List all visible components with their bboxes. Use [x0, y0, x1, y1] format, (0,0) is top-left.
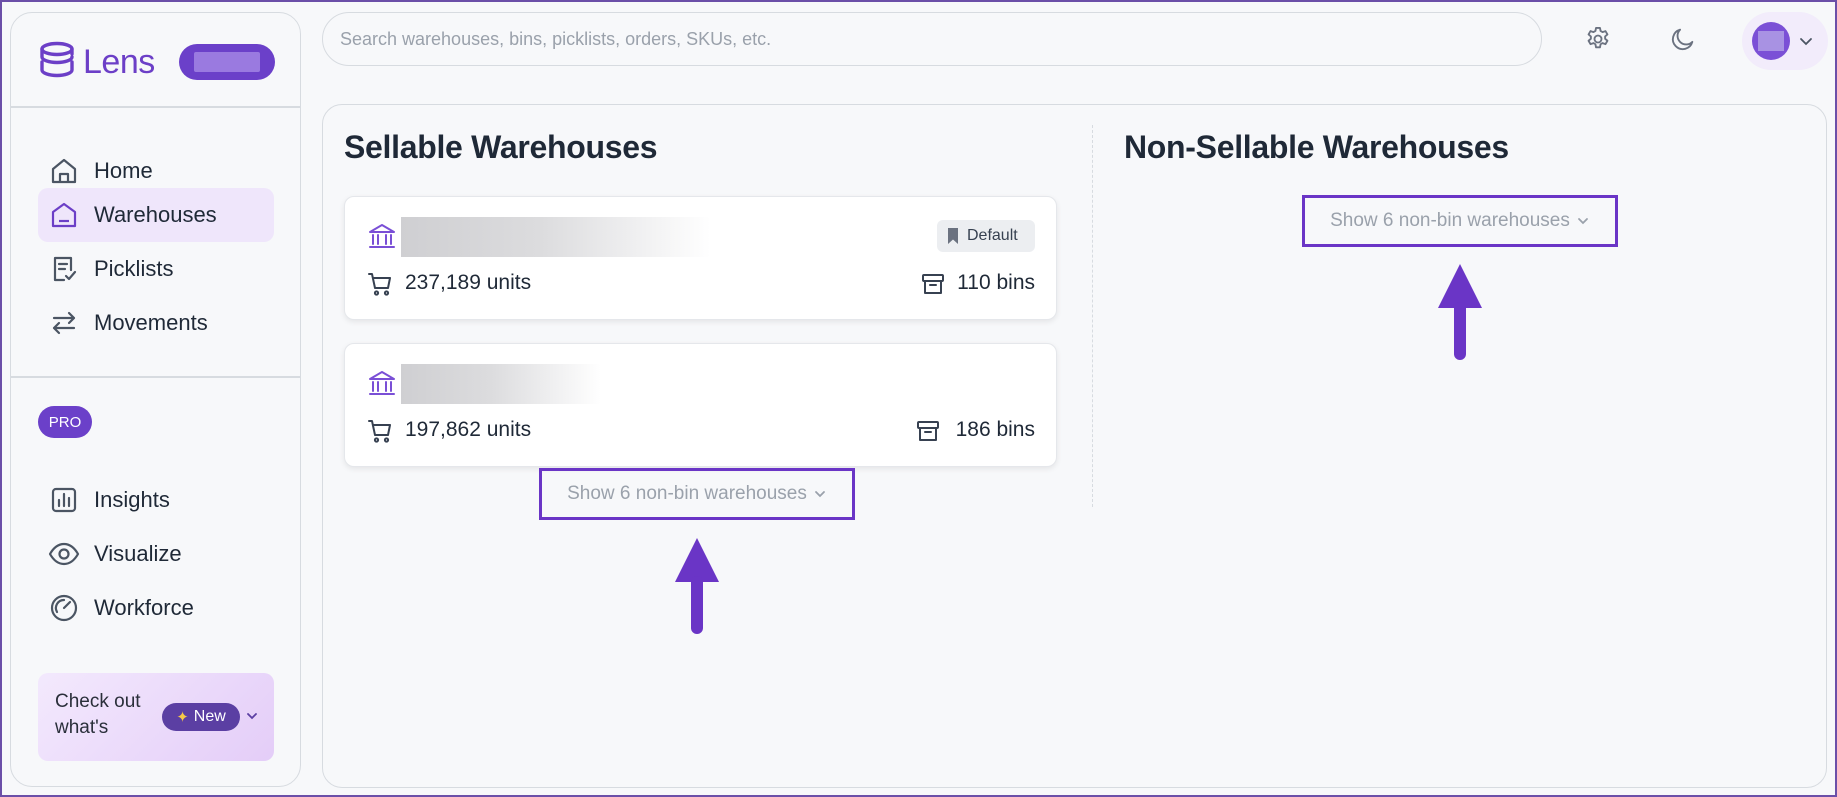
gear-icon[interactable]	[1579, 20, 1617, 58]
promo-text: Check out what's	[55, 691, 141, 738]
new-pill[interactable]: ✦ New	[162, 703, 240, 731]
warehouse-card[interactable]: 197,862 units 186 bins	[344, 343, 1057, 467]
bank-building-icon	[367, 221, 397, 251]
picklist-icon	[48, 253, 80, 285]
default-badge: Default	[937, 220, 1035, 252]
annotation-arrow-up	[675, 538, 719, 634]
lens-logo-icon	[37, 41, 77, 83]
pro-badge: PRO	[38, 406, 92, 438]
user-menu[interactable]	[1742, 12, 1828, 70]
sidebar-item-label: Workforce	[94, 595, 194, 620]
column-divider	[1092, 125, 1093, 507]
moon-icon[interactable]	[1664, 20, 1702, 58]
annotation-arrow-up	[1438, 264, 1482, 360]
sidebar-item-label: Movements	[94, 310, 208, 335]
sidebar-item-label: Visualize	[94, 541, 182, 566]
brand[interactable]: Lens	[37, 37, 287, 87]
chevron-down-icon[interactable]	[245, 709, 259, 723]
sidebar-item-warehouses[interactable]: Warehouses	[38, 188, 274, 242]
workspace-pill[interactable]	[178, 44, 275, 80]
show-non-bin-warehouses-button[interactable]: Show 6 non-bin warehouses	[539, 468, 855, 520]
eye-icon	[48, 538, 80, 570]
warehouse-name-redacted	[401, 364, 601, 404]
cart-icon	[367, 418, 393, 444]
chevron-down-icon	[814, 491, 825, 498]
warehouse-icon	[48, 199, 80, 231]
warehouse-card[interactable]: Default 237,189 units 110 bins	[344, 196, 1057, 320]
show-non-bin-warehouses-button[interactable]: Show 6 non-bin warehouses	[1302, 195, 1618, 247]
sidebar-divider	[11, 106, 300, 108]
sellable-title: Sellable Warehouses	[344, 129, 658, 165]
bar-chart-icon	[48, 484, 80, 516]
warehouse-name-redacted	[401, 217, 711, 257]
bank-building-icon	[367, 368, 397, 398]
sidebar-item-label: Picklists	[94, 256, 174, 281]
arrows-swap-icon	[48, 307, 80, 339]
new-pill-label: New	[193, 708, 226, 725]
whats-new-promo[interactable]: Check out what's ✦ New	[38, 673, 274, 761]
units-count: 197,862 units	[405, 418, 532, 441]
sidebar-item-visualize[interactable]: Visualize	[38, 527, 274, 581]
non-sellable-title: Non-Sellable Warehouses	[1124, 129, 1509, 165]
archive-box-icon	[915, 418, 941, 444]
chevron-down-icon	[1577, 218, 1588, 225]
cart-icon	[367, 271, 393, 297]
bins-count: 186 bins	[955, 418, 1035, 441]
chevron-down-icon	[1798, 33, 1814, 49]
sidebar-item-picklists[interactable]: Picklists	[38, 242, 274, 296]
sidebar-item-movements[interactable]: Movements	[38, 296, 274, 350]
sidebar-item-label: Warehouses	[94, 202, 217, 227]
show-non-bin-label: Show 6 non-bin warehouses	[567, 483, 807, 504]
bins-count: 110 bins	[957, 271, 1035, 294]
brand-name: Lens	[83, 42, 155, 81]
default-badge-label: Default	[967, 227, 1018, 244]
sidebar-divider	[11, 376, 300, 378]
warehouses-panel: Sellable Warehouses Non-Sellable Warehou…	[322, 104, 1827, 788]
home-icon	[48, 155, 80, 187]
sparkle-icon: ✦	[176, 709, 189, 726]
bookmark-icon	[948, 228, 958, 244]
units-count: 237,189 units	[405, 271, 532, 294]
sidebar-item-label: Home	[94, 158, 153, 183]
sidebar-item-workforce[interactable]: Workforce	[38, 581, 274, 635]
sidebar-item-insights[interactable]: Insights	[38, 473, 274, 527]
sidebar-item-label: Insights	[94, 487, 170, 512]
gauge-icon	[48, 592, 80, 624]
global-search[interactable]	[322, 12, 1542, 66]
avatar	[1752, 22, 1790, 60]
archive-box-icon	[920, 271, 946, 297]
sidebar: Lens Home Warehouses Picklists Movements…	[10, 12, 301, 787]
search-input[interactable]	[340, 28, 1541, 50]
show-non-bin-label: Show 6 non-bin warehouses	[1330, 210, 1570, 231]
